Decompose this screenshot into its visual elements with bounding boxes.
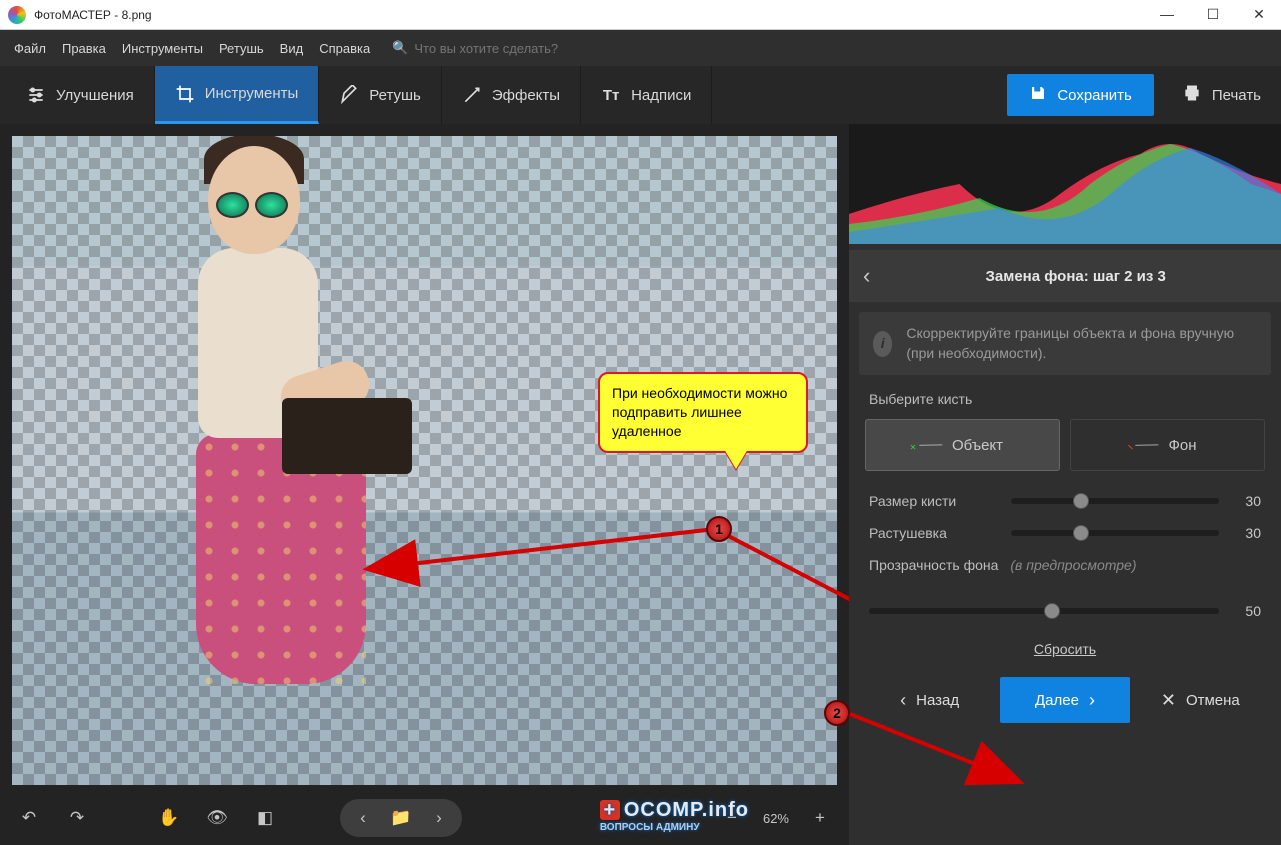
window-close-button[interactable]: ✕	[1245, 6, 1273, 23]
menu-view[interactable]: Вид	[280, 41, 304, 56]
nav-cancel-button[interactable]: ✕ Отмена	[1136, 677, 1265, 723]
brush-icon	[339, 85, 359, 105]
annotation-marker-1: 1	[706, 516, 732, 542]
info-icon: i	[873, 331, 892, 357]
menu-bar: Файл Правка Инструменты Ретушь Вид Справ…	[0, 30, 1281, 66]
hand-tool-button[interactable]: ✋	[152, 801, 186, 835]
opacity-value: 50	[1231, 603, 1261, 619]
side-panel: ‹ Замена фона: шаг 2 из 3 i Скорректируй…	[849, 124, 1281, 845]
print-label: Печать	[1212, 87, 1261, 104]
brush-object-icon: ／+	[915, 430, 946, 461]
chevron-right-icon: ›	[1089, 690, 1095, 711]
sliders-icon	[26, 85, 46, 105]
opacity-slider[interactable]	[869, 608, 1219, 614]
window-titlebar: ФотоМАСТЕР - 8.png — ☐ ✕	[0, 0, 1281, 30]
window-maximize-button[interactable]: ☐	[1199, 6, 1227, 23]
image-canvas[interactable]	[12, 136, 837, 785]
text-icon: Tᴛ	[601, 85, 621, 105]
annotation-callout-text: При необходимости можно подправить лишне…	[612, 385, 787, 439]
opacity-label: Прозрачность фона	[869, 557, 998, 573]
app-logo-icon	[8, 6, 26, 24]
nav-back-button[interactable]: ‹ Назад	[865, 677, 994, 723]
save-button[interactable]: Сохранить	[1007, 74, 1154, 116]
tab-retouch-label: Ретушь	[369, 87, 421, 104]
save-icon	[1029, 84, 1047, 106]
next-image-button[interactable]: ›	[422, 801, 456, 835]
close-icon: ✕	[1161, 690, 1176, 711]
tab-tools[interactable]: Инструменты	[155, 66, 320, 124]
search-icon: 🔍	[392, 40, 408, 56]
watermark: +OCOMP.info ВОПРОСЫ АДМИНУ	[600, 799, 749, 833]
tab-enhance[interactable]: Улучшения	[6, 66, 155, 124]
brush-size-slider[interactable]	[1011, 498, 1219, 504]
print-icon	[1182, 83, 1202, 107]
tab-text-label: Надписи	[631, 87, 691, 104]
canvas-area: При необходимости можно подправить лишне…	[0, 124, 849, 845]
annotation-callout: При необходимости можно подправить лишне…	[598, 372, 808, 453]
save-label: Сохранить	[1057, 87, 1132, 104]
search-box[interactable]: 🔍	[392, 40, 634, 56]
tab-effects-label: Эффекты	[492, 87, 560, 104]
brush-size-label: Размер кисти	[869, 493, 999, 509]
brush-background-icon: ／−	[1132, 430, 1163, 461]
brush-size-row: Размер кисти 30	[849, 485, 1281, 517]
feather-row: Растушевка 30	[849, 517, 1281, 549]
window-minimize-button[interactable]: —	[1153, 6, 1181, 23]
brush-object-label: Объект	[952, 437, 1003, 454]
photo-background	[12, 136, 837, 785]
menu-edit[interactable]: Правка	[62, 41, 106, 56]
tab-effects[interactable]: Эффекты	[442, 66, 581, 124]
zoom-in-button[interactable]: +	[803, 801, 837, 835]
undo-button[interactable]: ↶	[12, 801, 46, 835]
prev-image-button[interactable]: ‹	[346, 801, 380, 835]
menu-help[interactable]: Справка	[319, 41, 370, 56]
brush-size-value: 30	[1231, 493, 1261, 509]
reset-link[interactable]: Сбросить	[1034, 641, 1096, 657]
panel-title: Замена фона: шаг 2 из 3	[884, 268, 1267, 285]
watermark-plus-icon: +	[600, 800, 620, 820]
search-input[interactable]	[414, 41, 634, 56]
opacity-row: Прозрачность фона (в предпросмотре) 50	[849, 549, 1281, 627]
tab-tools-label: Инструменты	[205, 85, 299, 102]
compare-button[interactable]: 👁	[200, 801, 234, 835]
print-button[interactable]: Печать	[1162, 66, 1281, 124]
brush-background-label: Фон	[1168, 437, 1196, 454]
feather-slider[interactable]	[1011, 530, 1219, 536]
wand-icon	[462, 85, 482, 105]
file-nav-group: ‹ 📁 ›	[340, 799, 462, 837]
toolbar: Улучшения Инструменты Ретушь Эффекты Tᴛ …	[0, 66, 1281, 124]
tab-retouch[interactable]: Ретушь	[319, 66, 442, 124]
chevron-left-icon: ‹	[900, 690, 906, 711]
brush-background-button[interactable]: ／− Фон	[1070, 419, 1265, 471]
menu-file[interactable]: Файл	[14, 41, 46, 56]
tab-text[interactable]: Tᴛ Надписи	[581, 66, 712, 124]
panel-nav-row: ‹ Назад Далее › ✕ Отмена	[849, 677, 1281, 737]
panel-info-box: i Скорректируйте границы объекта и фона …	[859, 312, 1271, 375]
redo-button[interactable]: ↷	[60, 801, 94, 835]
menu-tools[interactable]: Инструменты	[122, 41, 203, 56]
opacity-hint: (в предпросмотре)	[1010, 557, 1136, 573]
panel-header: ‹ Замена фона: шаг 2 из 3	[849, 250, 1281, 302]
tab-enhance-label: Улучшения	[56, 87, 134, 104]
feather-label: Растушевка	[869, 525, 999, 541]
panel-back-button[interactable]: ‹	[863, 263, 870, 289]
brush-object-button[interactable]: ／+ Объект	[865, 419, 1060, 471]
feather-value: 30	[1231, 525, 1261, 541]
photo-subject	[162, 138, 422, 785]
nav-next-button[interactable]: Далее ›	[1000, 677, 1129, 723]
panel-info-text: Скорректируйте границы объекта и фона вр…	[906, 324, 1257, 363]
choose-brush-label: Выберите кисть	[849, 385, 1281, 413]
histogram	[849, 124, 1281, 244]
menu-retouch[interactable]: Ретушь	[219, 41, 264, 56]
zoom-level: 62%	[763, 811, 789, 826]
window-title: ФотоМАСТЕР - 8.png	[34, 8, 1153, 22]
open-folder-button[interactable]: 📁	[384, 801, 418, 835]
split-view-button[interactable]: ◧	[248, 801, 282, 835]
crop-icon	[175, 84, 195, 104]
annotation-marker-2: 2	[824, 700, 850, 726]
